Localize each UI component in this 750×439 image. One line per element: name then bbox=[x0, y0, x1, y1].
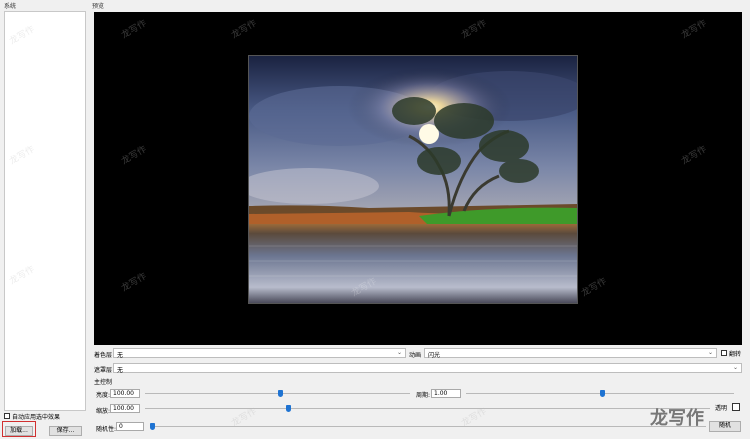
preview-image bbox=[248, 55, 578, 304]
scale-slider-thumb[interactable] bbox=[286, 405, 291, 412]
effect-label: 动画 bbox=[409, 352, 422, 359]
random-button[interactable]: 随机 bbox=[709, 421, 741, 432]
transparent-label: 透明 bbox=[715, 405, 728, 412]
auto-apply-checkbox[interactable] bbox=[4, 413, 10, 419]
load-button[interactable]: 加载... bbox=[5, 426, 33, 436]
color-layer-value: 无 bbox=[117, 352, 124, 359]
color-layer-select[interactable]: 无 ⌄ bbox=[113, 348, 406, 359]
random-label: 随机性: bbox=[96, 426, 117, 433]
period-label: 周期: bbox=[416, 392, 431, 399]
random-slider-track[interactable] bbox=[150, 426, 706, 427]
auto-apply-label: 自动应用选中效果 bbox=[12, 414, 61, 421]
color-layer-label: 着色层 bbox=[94, 352, 113, 359]
brand-logo: 龙写作 bbox=[650, 408, 704, 429]
brightness-input[interactable]: 100.00 bbox=[110, 389, 140, 398]
scale-input[interactable]: 100.00 bbox=[110, 404, 140, 413]
brightness-slider-thumb[interactable] bbox=[277, 390, 283, 397]
mask-layer-label: 遮罩层 bbox=[94, 367, 113, 374]
period-input[interactable]: 1.00 bbox=[431, 389, 461, 398]
random-slider-thumb[interactable] bbox=[150, 423, 155, 430]
mask-layer-value: 无 bbox=[117, 367, 124, 374]
brightness-label: 亮度: bbox=[96, 392, 111, 399]
chevron-down-icon: ⌄ bbox=[396, 349, 402, 356]
mask-layer-select[interactable]: 无 ⌄ bbox=[113, 363, 742, 374]
period-slider-thumb[interactable] bbox=[600, 390, 605, 397]
system-group-label: 系统 bbox=[4, 3, 17, 10]
chevron-down-icon: ⌄ bbox=[707, 349, 713, 356]
chevron-down-icon: ⌄ bbox=[732, 364, 738, 371]
transparent-checkbox[interactable] bbox=[732, 403, 740, 411]
preset-list[interactable] bbox=[4, 11, 86, 411]
effect-value: 闪光 bbox=[428, 352, 441, 359]
save-button[interactable]: 保存... bbox=[49, 426, 82, 436]
flip-checkbox[interactable] bbox=[721, 350, 727, 356]
main-control-label: 主控制 bbox=[94, 379, 113, 386]
random-input[interactable]: 0 bbox=[116, 422, 144, 431]
effect-select[interactable]: 闪光 ⌄ bbox=[424, 348, 717, 359]
scale-label: 缩放: bbox=[96, 408, 111, 415]
preview-group-label: 预览 bbox=[92, 3, 105, 10]
scale-slider-track[interactable] bbox=[145, 408, 710, 409]
flip-label: 翻转 bbox=[729, 351, 742, 358]
